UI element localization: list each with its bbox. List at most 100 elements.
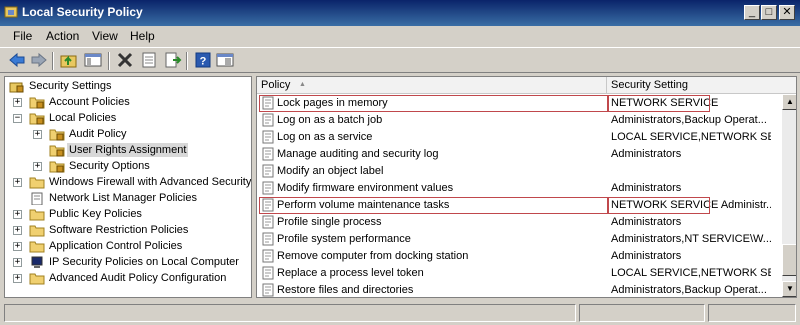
computer-icon — [31, 256, 43, 268]
help-icon[interactable]: ? — [194, 52, 212, 68]
window-title: Local Security Policy — [22, 5, 143, 19]
tree-label: Network List Manager Policies — [49, 192, 197, 204]
maximize-button[interactable]: □ — [761, 5, 777, 20]
tree-label: Windows Firewall with Advanced Security — [49, 176, 252, 188]
table-row[interactable]: Restore files and directories Administrat… — [257, 282, 781, 297]
folder-icon — [29, 241, 45, 253]
toolbar-separator — [52, 52, 54, 70]
menu-action[interactable]: Action — [46, 29, 79, 43]
table-row[interactable]: Manage auditing and security log Administ… — [257, 146, 781, 163]
expand-icon[interactable]: + — [13, 258, 22, 267]
policy-name: Remove computer from docking station — [277, 250, 469, 262]
policy-setting-icon — [262, 215, 274, 229]
toolbar: ? — [0, 47, 800, 73]
tree-label: Public Key Policies — [49, 208, 142, 220]
delete-icon[interactable] — [116, 52, 134, 68]
forward-icon[interactable] — [30, 52, 48, 68]
policy-name: Replace a process level token — [277, 267, 424, 279]
policy-setting-icon — [262, 232, 274, 246]
policy-setting-value: Administrators,Backup Operat... — [611, 284, 767, 296]
table-row[interactable]: Lock pages in memory NETWORK SERVICE — [257, 95, 781, 112]
table-row[interactable]: Replace a process level token LOCAL SERVI… — [257, 265, 781, 282]
scroll-thumb[interactable] — [782, 244, 796, 276]
tree-label: Account Policies — [49, 96, 130, 108]
table-row[interactable]: Remove computer from docking station Admi… — [257, 248, 781, 265]
table-row[interactable]: Modify firmware environment values Admini… — [257, 180, 781, 197]
policy-name: Modify an object label — [277, 165, 384, 177]
document-icon — [31, 192, 43, 205]
properties-icon[interactable] — [140, 52, 158, 68]
back-icon[interactable] — [8, 52, 26, 68]
console-tree-pane: Security Settings + Account Policies − L… — [4, 76, 252, 298]
policy-folder-icon — [29, 113, 45, 125]
expand-icon[interactable]: + — [33, 162, 42, 171]
table-row[interactable]: Profile system performance Administrators… — [257, 231, 781, 248]
toolbar-separator — [108, 52, 110, 70]
export-list-icon[interactable] — [164, 52, 182, 68]
show-hide-tree-icon[interactable] — [84, 52, 102, 68]
policy-setting-icon — [262, 249, 274, 263]
table-row[interactable]: Profile single process Administrators — [257, 214, 781, 231]
expand-icon[interactable]: + — [33, 130, 42, 139]
policy-name: Profile single process — [277, 216, 382, 228]
status-panel — [579, 304, 705, 322]
table-row[interactable]: Log on as a service LOCAL SERVICE,NETWORK… — [257, 129, 781, 146]
policy-name: Modify firmware environment values — [277, 182, 454, 194]
column-header-label: Security Setting — [611, 79, 689, 91]
collapse-icon[interactable]: − — [13, 114, 22, 123]
policy-folder-icon — [49, 145, 65, 157]
minimize-button[interactable]: _ — [744, 5, 760, 20]
policy-setting-icon — [262, 147, 274, 161]
highlight-box — [608, 197, 710, 214]
up-folder-icon[interactable] — [60, 52, 78, 68]
policy-setting-value: LOCAL SERVICE,NETWORK SE... — [611, 267, 771, 279]
expand-icon[interactable]: + — [13, 210, 22, 219]
title-bar: Local Security Policy _ □ ✕ — [0, 0, 800, 26]
menu-help[interactable]: Help — [130, 29, 155, 43]
policy-name: Log on as a batch job — [277, 114, 383, 126]
policy-folder-icon — [49, 161, 65, 173]
tree-label: Audit Policy — [69, 128, 127, 140]
close-button[interactable]: ✕ — [779, 5, 795, 20]
policy-setting-icon — [262, 181, 274, 195]
column-header-policy[interactable]: Policy ▲ — [257, 77, 607, 94]
folder-icon — [29, 273, 45, 285]
scroll-down-button[interactable]: ▼ — [782, 281, 796, 297]
column-header-setting[interactable]: Security Setting — [607, 77, 796, 94]
table-row[interactable]: Modify an object label — [257, 163, 781, 180]
tree-label: Advanced Audit Policy Configuration — [49, 272, 227, 284]
tree-label: Application Control Policies — [49, 240, 183, 252]
expand-icon[interactable]: + — [13, 178, 22, 187]
policy-list-pane: Policy ▲ Security Setting Lock pages in … — [256, 76, 797, 298]
console-tree-icon[interactable] — [216, 52, 234, 68]
status-bar — [0, 301, 800, 325]
vertical-scrollbar[interactable]: ▲ ▼ — [782, 94, 796, 297]
policy-setting-value: Administrators — [611, 216, 682, 228]
policy-setting-value: Administrators — [611, 148, 682, 160]
scroll-up-button[interactable]: ▲ — [782, 94, 796, 110]
table-row[interactable]: Perform volume maintenance tasks NETWORK … — [257, 197, 781, 214]
expand-icon[interactable]: + — [13, 98, 22, 107]
tree-label: Security Settings — [29, 80, 112, 92]
policy-setting-value: Administrators,Backup Operat... — [611, 114, 767, 126]
table-row[interactable]: Log on as a batch job Administrators,Back… — [257, 112, 781, 129]
expand-icon[interactable]: + — [13, 242, 22, 251]
folder-icon — [29, 177, 45, 189]
tree-label: Software Restriction Policies — [49, 224, 189, 236]
policy-folder-icon — [29, 97, 45, 109]
tree-label: Local Policies — [49, 112, 117, 124]
tree-label: Security Options — [69, 160, 150, 172]
expand-icon[interactable]: + — [13, 274, 22, 283]
menu-view[interactable]: View — [92, 29, 118, 43]
policy-name: Profile system performance — [277, 233, 411, 245]
policy-name: Log on as a service — [277, 131, 373, 143]
tree-label-selected: User Rights Assignment — [67, 143, 189, 157]
policy-setting-value: Administrators,NT SERVICE\W... — [611, 233, 771, 245]
status-panel — [708, 304, 796, 322]
expand-icon[interactable]: + — [13, 226, 22, 235]
toolbar-separator — [186, 52, 188, 70]
menu-file[interactable]: File — [13, 29, 32, 43]
security-settings-icon — [9, 82, 24, 93]
policy-setting-icon — [262, 164, 274, 178]
tree-label: IP Security Policies on Local Computer — [49, 256, 239, 268]
